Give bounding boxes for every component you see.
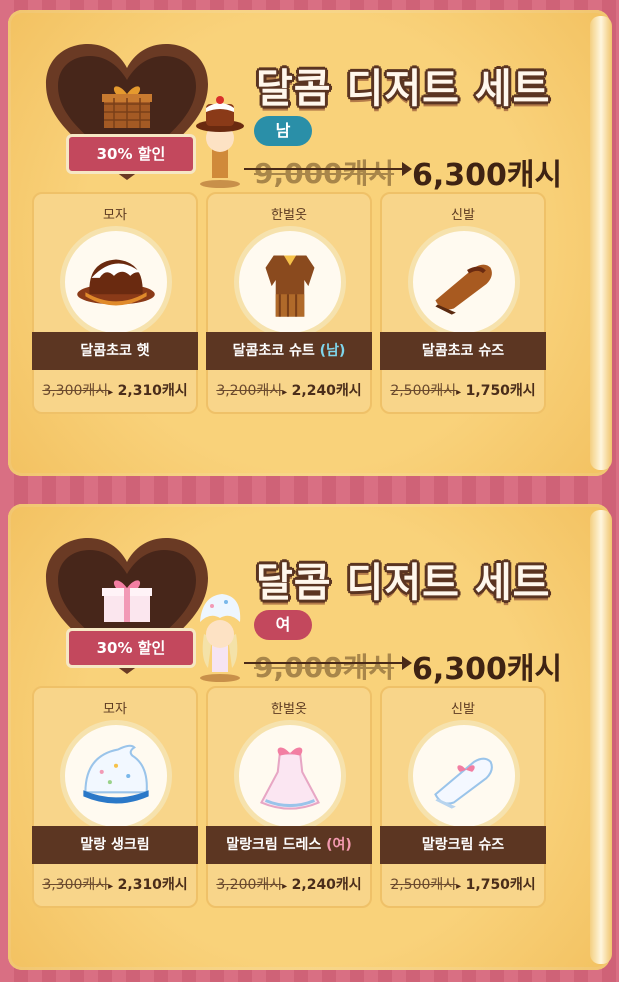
price-arrow-icon	[402, 656, 412, 670]
item-image-frame	[408, 720, 520, 832]
discount-badge: 30% 할인	[66, 628, 196, 668]
item-name: 달콤초코 슈즈	[421, 343, 505, 359]
item-image-frame	[60, 720, 172, 832]
item-category: 신발	[451, 208, 475, 223]
item-name: 달콤초코 햇	[80, 343, 150, 359]
pink-gift-box-icon	[102, 580, 152, 622]
item-sale-price: 2,240캐시	[291, 383, 362, 399]
set-sale-price: 6,300캐시	[412, 652, 563, 687]
price-arrow-icon: ▸	[108, 881, 114, 892]
set-original-price: 9,000캐시	[254, 651, 395, 684]
item-sale-price: 2,310캐시	[117, 877, 188, 893]
item-price: 3,200캐시▸ 2,240캐시	[208, 380, 370, 400]
item-original-price: 2,500캐시	[390, 877, 457, 893]
gender-badge: 남	[254, 116, 312, 146]
item-category: 모자	[103, 208, 127, 223]
card-edge-decoration	[590, 16, 612, 470]
item-gender-tag: (여)	[326, 837, 352, 853]
item-card-outfit[interactable]: 한벌옷 달콤초코 슈트 (남) 3,200캐시▸ 2,240캐시	[206, 192, 372, 414]
set-original-price: 9,000캐시	[254, 157, 395, 190]
item-name-bar: 달콤초코 햇	[32, 332, 198, 370]
price-arrow-line	[244, 662, 402, 664]
set-sale-price: 6,300캐시	[412, 158, 563, 193]
item-price: 2,500캐시▸ 1,750캐시	[382, 874, 544, 894]
card-edge-decoration	[590, 510, 612, 964]
item-original-price: 3,200캐시	[216, 877, 283, 893]
item-category: 한벌옷	[271, 702, 307, 717]
item-name-bar: 말랑크림 슈즈	[380, 826, 546, 864]
whipped-cream-hat-icon	[83, 744, 149, 804]
chocolate-shoes-icon	[435, 264, 492, 315]
item-card-hat[interactable]: 모자 달콤초코 햇 3,300캐시▸ 2,310캐시	[32, 192, 198, 414]
set-card-female: 30% 할인 달콤 디저트 세트 여 9,000캐시 6,300캐시 모자 말랑…	[8, 504, 612, 970]
item-original-price: 3,200캐시	[216, 383, 283, 399]
item-name-bar: 달콤초코 슈트 (남)	[206, 332, 372, 370]
item-gender-tag: (남)	[319, 343, 346, 359]
item-category: 모자	[103, 702, 127, 717]
cream-shoes-icon	[434, 757, 493, 809]
item-original-price: 3,300캐시	[42, 877, 109, 893]
item-name-bar: 말랑 생크림	[32, 826, 198, 864]
chocolate-gift-box-icon	[102, 86, 152, 128]
price-arrow-line	[244, 168, 402, 170]
item-image-frame	[60, 226, 172, 338]
price-arrow-icon	[402, 162, 412, 176]
item-price: 2,500캐시▸ 1,750캐시	[382, 380, 544, 400]
cream-dress-icon	[260, 747, 320, 810]
item-image-frame	[234, 720, 346, 832]
price-arrow-icon: ▸	[108, 387, 114, 398]
gender-badge: 여	[254, 610, 312, 640]
item-sale-price: 1,750캐시	[465, 877, 536, 893]
item-list: 모자 달콤초코 햇 3,300캐시▸ 2,310캐시 한벌옷 달콤초코 슈트 (…	[32, 192, 552, 424]
female-cream-avatar-icon	[200, 594, 241, 682]
item-name-bar: 달콤초코 슈즈	[380, 332, 546, 370]
item-name: 말랑크림 드레스	[226, 837, 322, 853]
item-image-frame	[234, 226, 346, 338]
item-category: 신발	[451, 702, 475, 717]
item-card-shoes[interactable]: 신발 달콤초코 슈즈 2,500캐시▸ 1,750캐시	[380, 192, 546, 414]
item-image-frame	[408, 226, 520, 338]
item-price: 3,300캐시▸ 2,310캐시	[34, 380, 196, 400]
item-sale-price: 2,240캐시	[291, 877, 362, 893]
item-original-price: 2,500캐시	[390, 383, 457, 399]
item-name-bar: 말랑크림 드레스 (여)	[206, 826, 372, 864]
item-sale-price: 2,310캐시	[117, 383, 188, 399]
item-sale-price: 1,750캐시	[465, 383, 536, 399]
set-title: 달콤 디저트 세트	[256, 66, 551, 112]
price-arrow-icon: ▸	[282, 387, 288, 398]
price-arrow-icon: ▸	[282, 881, 288, 892]
item-price: 3,200캐시▸ 2,240캐시	[208, 874, 370, 894]
item-name: 말랑 생크림	[80, 837, 150, 853]
set-card-male: 30% 할인 달콤 디저트 세트 남 9,000캐시 6,300캐시 모자 달콤…	[8, 10, 612, 476]
item-list: 모자 말랑 생크림 3,300캐시▸ 2,310캐시 한벌옷 말랑크림 드레스 …	[32, 686, 552, 918]
chocolate-hat-icon	[77, 259, 155, 306]
item-name: 말랑크림 슈즈	[421, 837, 505, 853]
male-dessert-avatar-icon	[196, 96, 244, 188]
item-card-outfit[interactable]: 한벌옷 말랑크림 드레스 (여) 3,200캐시▸ 2,240캐시	[206, 686, 372, 908]
chocolate-suit-icon	[265, 255, 315, 317]
item-card-shoes[interactable]: 신발 말랑크림 슈즈 2,500캐시▸ 1,750캐시	[380, 686, 546, 908]
discount-badge: 30% 할인	[66, 134, 196, 174]
item-price: 3,300캐시▸ 2,310캐시	[34, 874, 196, 894]
price-arrow-icon: ▸	[456, 387, 462, 398]
price-arrow-icon: ▸	[456, 881, 462, 892]
item-original-price: 3,300캐시	[42, 383, 109, 399]
item-card-hat[interactable]: 모자 말랑 생크림 3,300캐시▸ 2,310캐시	[32, 686, 198, 908]
set-title: 달콤 디저트 세트	[256, 560, 551, 606]
item-name: 달콤초코 슈트	[232, 343, 315, 359]
item-category: 한벌옷	[271, 208, 307, 223]
